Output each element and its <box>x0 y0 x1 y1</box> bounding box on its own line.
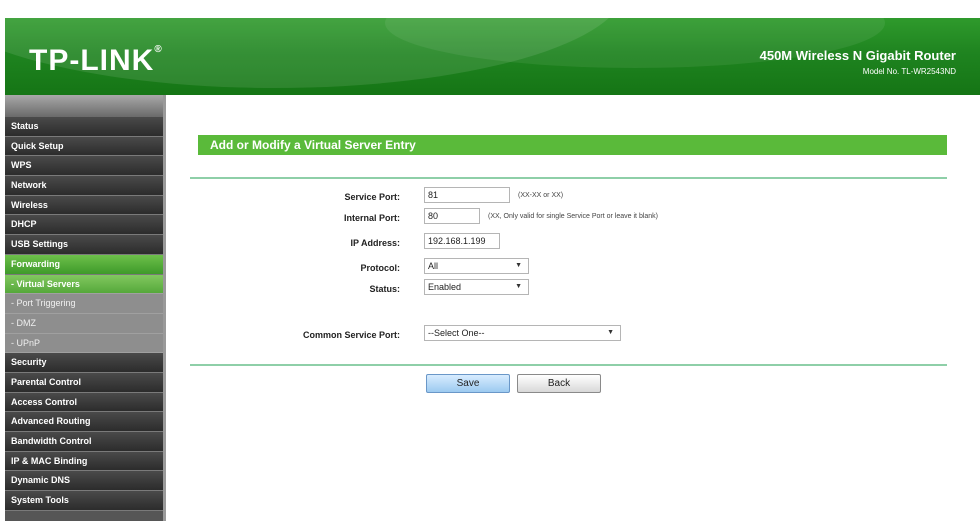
model-number: Model No. TL-WR2543ND <box>862 67 956 76</box>
sidebar-item-dhcp[interactable]: DHCP <box>5 215 163 236</box>
sidebar-item-bandwidth-control[interactable]: Bandwidth Control <box>5 432 163 452</box>
internal-port-label: Internal Port: <box>343 213 400 223</box>
sidebar-top-bar <box>5 95 163 117</box>
sidebar-subitem-virtual-servers[interactable]: - Virtual Servers <box>5 274 163 295</box>
form-bottom-divider <box>190 364 947 366</box>
tp-link-logo: TP-LINK® <box>29 44 163 77</box>
protocol-selected-value: All <box>428 261 439 271</box>
sidebar-item-quick-setup[interactable]: Quick Setup <box>5 136 163 157</box>
product-name: 450M Wireless N Gigabit Router <box>759 48 956 63</box>
status-selected-value: Enabled <box>428 282 462 292</box>
chevron-down-icon: ▼ <box>607 329 614 336</box>
common-service-port-label: Common Service Port: <box>302 330 400 340</box>
sidebar-item-parental-control[interactable]: Parental Control <box>5 372 163 393</box>
sidebar-item-forwarding[interactable]: Forwarding <box>5 254 163 275</box>
service-port-input[interactable] <box>424 187 510 203</box>
sidebar-subitem-port-triggering[interactable]: - Port Triggering <box>5 294 163 314</box>
back-button[interactable]: Back <box>517 374 601 393</box>
header-banner: TP-LINK® 450M Wireless N Gigabit Router … <box>5 18 980 95</box>
service-port-label: Service Port: <box>344 192 400 202</box>
sidebar-menu: Status Quick Setup WPS Network Wireless … <box>5 95 163 521</box>
section-title: Add or Modify a Virtual Server Entry <box>198 135 947 155</box>
chevron-down-icon: ▼ <box>515 283 522 290</box>
chevron-down-icon: ▼ <box>515 262 522 269</box>
form-top-divider <box>190 177 947 179</box>
sidebar-item-advanced-routing[interactable]: Advanced Routing <box>5 412 163 432</box>
common-service-port-select[interactable]: --Select One-- ▼ <box>424 325 621 341</box>
sidebar-item-access-control[interactable]: Access Control <box>5 392 163 413</box>
protocol-select[interactable]: All ▼ <box>424 258 529 274</box>
save-button[interactable]: Save <box>426 374 510 393</box>
sidebar-item-system-tools[interactable]: System Tools <box>5 491 163 511</box>
sidebar-item-ip-mac-binding[interactable]: IP & MAC Binding <box>5 451 163 472</box>
sidebar-divider <box>163 95 166 521</box>
sidebar-item-usb-settings[interactable]: USB Settings <box>5 235 163 255</box>
sidebar-item-status[interactable]: Status <box>5 117 163 137</box>
internal-port-input[interactable] <box>424 208 480 224</box>
ip-address-label: IP Address: <box>350 238 400 248</box>
sidebar-subitem-dmz[interactable]: - DMZ <box>5 313 163 334</box>
sidebar-item-wps[interactable]: WPS <box>5 156 163 177</box>
sidebar-item-security[interactable]: Security <box>5 353 163 373</box>
common-service-port-selected-value: --Select One-- <box>428 328 485 338</box>
sidebar-subitem-upnp[interactable]: - UPnP <box>5 333 163 354</box>
status-label: Status: <box>369 284 400 294</box>
sidebar-item-wireless[interactable]: Wireless <box>5 195 163 216</box>
sidebar-item-network[interactable]: Network <box>5 176 163 196</box>
product-info: 450M Wireless N Gigabit Router Model No.… <box>760 48 956 76</box>
status-select[interactable]: Enabled ▼ <box>424 279 529 295</box>
ip-address-input[interactable] <box>424 233 500 249</box>
internal-port-hint: (XX, Only valid for single Service Port … <box>488 213 659 220</box>
protocol-label: Protocol: <box>360 263 401 273</box>
service-port-hint: (XX-XX or XX) <box>518 192 564 199</box>
sidebar-item-dynamic-dns[interactable]: Dynamic DNS <box>5 471 163 492</box>
